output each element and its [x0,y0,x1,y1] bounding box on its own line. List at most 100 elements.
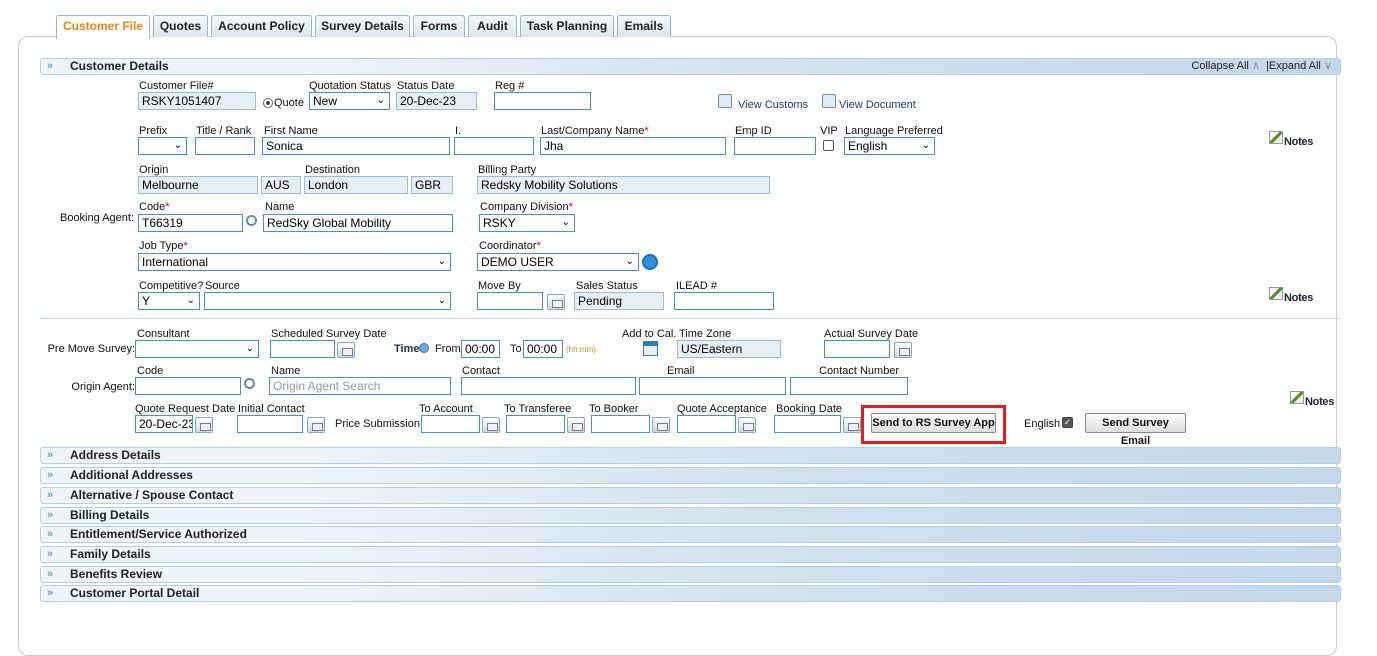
tab-quotes[interactable]: Quotes [153,15,208,37]
section-alternative-spouse-contact[interactable]: » Alternative / Spouse Contact [40,487,1341,504]
emp-id-input[interactable] [734,137,816,155]
origin-agent-search-input[interactable]: Origin Agent Search [269,377,451,395]
notes-icon[interactable] [1269,131,1283,144]
tab-emails[interactable]: Emails [617,15,671,37]
tab-customer-file[interactable]: Customer File [56,15,150,39]
quote-acceptance-input[interactable] [677,415,736,433]
to-booker-input[interactable] [591,415,650,433]
view-customs-icon[interactable] [718,94,732,108]
booking-agent-code-input[interactable]: T66319 [138,214,243,232]
calendar-icon[interactable] [482,417,500,433]
source-select[interactable]: ⌄ [204,292,451,310]
search-icon[interactable] [246,215,257,226]
view-document-icon[interactable] [822,94,836,108]
calendar-icon[interactable] [307,417,325,433]
section-billing-details[interactable]: » Billing Details [40,507,1341,524]
company-division-select[interactable]: RSKY ⌄ [479,214,575,232]
section-label: Address Details [70,448,161,462]
to-account-input[interactable] [421,415,480,433]
calendar-icon[interactable] [843,417,861,433]
section-benefits-review[interactable]: » Benefits Review [40,566,1341,583]
time-from-input[interactable]: 00:00 [461,340,500,358]
calendar-icon[interactable] [652,417,670,433]
ilead-input[interactable] [674,292,774,310]
send-survey-email-button[interactable]: Send Survey Email [1085,413,1186,447]
calendar-icon[interactable] [894,342,912,358]
section-entitlement[interactable]: » Entitlement/Service Authorized [40,526,1341,543]
prefix-select[interactable]: ⌄ [138,137,187,155]
send-rs-survey-button[interactable]: Send to RS Survey App [871,413,996,433]
to-transferee-input[interactable] [506,415,565,433]
chevron-up-icon: ∧ [1251,60,1260,72]
search-icon[interactable] [244,378,255,389]
initial-contact-label: Initial Contact [238,403,305,415]
section-additional-addresses[interactable]: » Additional Addresses [40,467,1341,484]
status-date-field: 20-Dec-23 [396,92,477,110]
from-label: From [435,343,461,355]
chevron-right-icon: » [47,587,53,599]
notes-link[interactable]: Notes [1284,292,1313,304]
view-document-link[interactable]: View Document [839,99,916,111]
calendar-icon[interactable] [567,417,585,433]
quotation-status-value: New [313,94,338,108]
tab-task-planning[interactable]: Task Planning [520,15,614,37]
contact-input[interactable] [461,377,636,395]
quote-radio[interactable] [263,98,273,108]
coordinator-select[interactable]: DEMO USER ⌄ [477,253,639,271]
actual-survey-input[interactable] [824,340,890,358]
move-by-input[interactable] [477,292,543,310]
section-family-details[interactable]: » Family Details [40,546,1341,563]
quotation-status-select[interactable]: New ⌄ [309,92,390,110]
job-type-value: International [142,255,209,269]
notes-link[interactable]: Notes [1305,396,1334,408]
initial-contact-input[interactable] [237,415,303,433]
calendar-icon[interactable] [547,294,565,310]
refresh-icon[interactable] [642,254,658,270]
expand-all-link[interactable]: Expand All ∨ [1269,59,1332,74]
section-label: Benefits Review [70,567,163,581]
reg-input[interactable] [494,92,591,110]
email-input[interactable] [639,377,786,395]
scheduled-survey-input[interactable] [270,340,335,358]
contact-number-input[interactable] [790,377,908,395]
emp-id-label: Emp ID [735,125,772,137]
collapse-all-link[interactable]: Collapse All ∧ [1191,59,1260,74]
initial-input[interactable] [454,137,534,155]
job-type-label-text: Job Type [139,240,184,252]
consultant-select[interactable]: ⌄ [135,340,259,358]
english-checkbox[interactable]: ✓ [1062,417,1073,428]
add-calendar-icon[interactable] [643,341,658,356]
notes-link[interactable]: Notes [1284,136,1313,148]
tab-survey-details[interactable]: Survey Details [315,15,410,37]
language-select[interactable]: English ⌄ [844,137,935,155]
time-to-input[interactable]: 00:00 [523,340,563,358]
booking-agent-name-input[interactable]: RedSky Global Mobility [263,214,453,232]
chevron-right-icon: » [47,60,53,72]
customer-details-header[interactable]: » Customer Details Collapse All ∧ | Expa… [40,58,1341,75]
ilead-label: ILEAD # [676,280,717,292]
calendar-icon[interactable] [337,342,355,358]
first-name-input[interactable]: Sonica [262,137,450,155]
billing-party-label: Billing Party [478,164,537,176]
tab-forms[interactable]: Forms [413,15,465,37]
calendar-icon[interactable] [195,417,213,433]
origin-agent-code-input[interactable] [135,377,241,395]
section-address-details[interactable]: » Address Details [40,447,1341,464]
section-customer-portal-detail[interactable]: » Customer Portal Detail [40,585,1341,602]
job-type-select[interactable]: International ⌄ [138,253,451,271]
last-name-label: Last/Company Name* [541,125,649,137]
last-name-input[interactable]: Jha [540,137,726,155]
notes-icon[interactable] [1290,391,1304,404]
tab-audit[interactable]: Audit [468,15,517,37]
tab-account-policy[interactable]: Account Policy [211,15,312,37]
vip-checkbox[interactable] [823,140,834,151]
quote-request-date-input[interactable]: 20-Dec-23 [135,415,193,433]
title-rank-input[interactable] [195,137,255,155]
booking-date-input[interactable] [774,415,841,433]
competitive-select[interactable]: Y ⌄ [138,292,200,310]
last-name-label-text: Last/Company Name [541,125,645,137]
coordinator-value: DEMO USER [481,255,554,269]
calendar-icon[interactable] [738,417,756,433]
notes-icon[interactable] [1269,287,1283,300]
view-customs-link[interactable]: View Customs [738,99,808,111]
